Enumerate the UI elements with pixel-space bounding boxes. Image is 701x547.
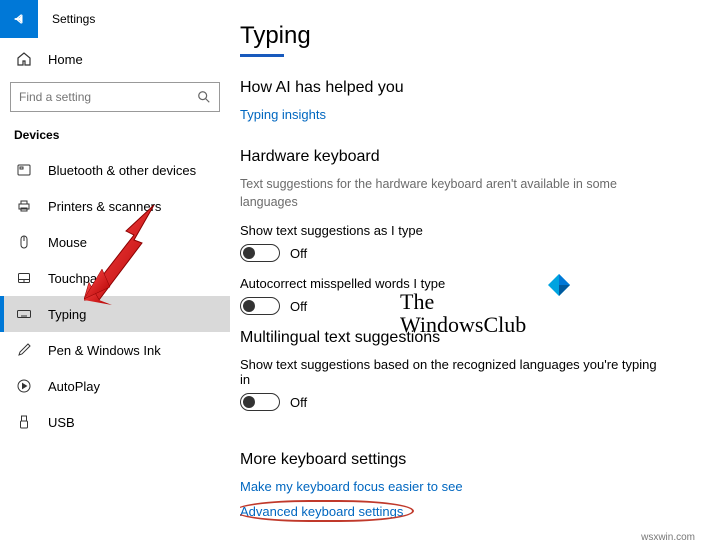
- nav-label: Mouse: [48, 235, 87, 250]
- usb-icon: [14, 414, 34, 430]
- sidebar-section-label: Devices: [0, 122, 230, 152]
- sidebar-item-typing[interactable]: Typing: [0, 296, 230, 332]
- sidebar-home-label: Home: [48, 52, 83, 67]
- title-accent: [240, 54, 284, 57]
- printer-icon: [14, 198, 34, 214]
- home-icon: [14, 51, 34, 67]
- content-pane: Typing How AI has helped you Typing insi…: [240, 22, 701, 547]
- autocorrect-toggle[interactable]: [240, 297, 280, 315]
- sidebar-home[interactable]: Home: [0, 42, 230, 76]
- section-heading-multilingual: Multilingual text suggestions: [240, 329, 701, 347]
- arrow-left-icon: [12, 12, 26, 26]
- mouse-icon: [14, 234, 34, 250]
- sidebar-item-printers[interactable]: Printers & scanners: [0, 188, 230, 224]
- search-input[interactable]: [19, 90, 211, 104]
- bluetooth-icon: [14, 162, 34, 178]
- advanced-keyboard-link[interactable]: Advanced keyboard settings: [240, 504, 403, 519]
- sidebar-search[interactable]: [10, 82, 220, 112]
- sidebar: Home Devices Bluetooth & other devices P…: [0, 38, 230, 547]
- back-button[interactable]: [0, 0, 38, 38]
- toggle-state: Off: [290, 246, 307, 261]
- autocorrect-label: Autocorrect misspelled words I type: [240, 276, 701, 291]
- hardware-desc: Text suggestions for the hardware keyboa…: [240, 176, 660, 211]
- show-suggestions-label: Show text suggestions as I type: [240, 223, 701, 238]
- nav-label: USB: [48, 415, 75, 430]
- sidebar-item-mouse[interactable]: Mouse: [0, 224, 230, 260]
- sidebar-item-bluetooth[interactable]: Bluetooth & other devices: [0, 152, 230, 188]
- sidebar-item-autoplay[interactable]: AutoPlay: [0, 368, 230, 404]
- nav-label: Bluetooth & other devices: [48, 163, 196, 178]
- sidebar-item-usb[interactable]: USB: [0, 404, 230, 440]
- search-icon: [197, 90, 211, 104]
- autoplay-icon: [14, 378, 34, 394]
- nav-label: Printers & scanners: [48, 199, 161, 214]
- toggle-state: Off: [290, 395, 307, 410]
- section-heading-ai: How AI has helped you: [240, 79, 701, 97]
- section-heading-more: More keyboard settings: [240, 451, 701, 469]
- page-title: Typing: [240, 22, 701, 50]
- section-heading-hardware: Hardware keyboard: [240, 148, 701, 166]
- keyboard-icon: [14, 306, 34, 322]
- app-title: Settings: [52, 12, 95, 26]
- touchpad-icon: [14, 270, 34, 286]
- sidebar-item-pen[interactable]: Pen & Windows Ink: [0, 332, 230, 368]
- show-suggestions-toggle[interactable]: [240, 244, 280, 262]
- watermark-url: wsxwin.com: [641, 532, 695, 543]
- nav-label: Typing: [48, 307, 86, 322]
- typing-insights-link[interactable]: Typing insights: [240, 107, 326, 122]
- multilingual-toggle[interactable]: [240, 393, 280, 411]
- multilingual-label: Show text suggestions based on the recog…: [240, 357, 660, 387]
- nav-label: Pen & Windows Ink: [48, 343, 161, 358]
- sidebar-item-touchpad[interactable]: Touchpad: [0, 260, 230, 296]
- toggle-state: Off: [290, 299, 307, 314]
- pen-icon: [14, 342, 34, 358]
- nav-label: AutoPlay: [48, 379, 100, 394]
- focus-easier-link[interactable]: Make my keyboard focus easier to see: [240, 479, 463, 494]
- nav-label: Touchpad: [48, 271, 104, 286]
